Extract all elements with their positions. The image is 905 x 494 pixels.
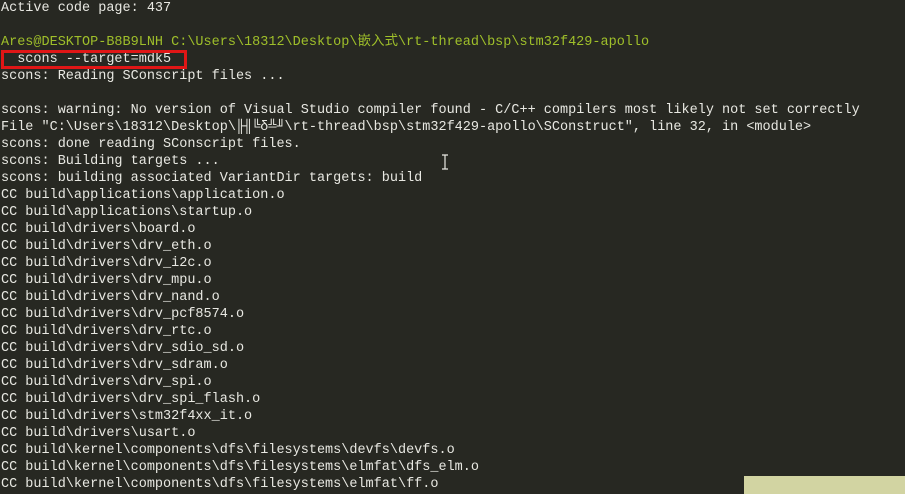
output-line: scons: building associated VariantDir ta…: [1, 171, 423, 186]
output-line: CC build\drivers\drv_spi_flash.o: [1, 392, 261, 407]
output-line: CC build\drivers\drv_sdram.o: [1, 358, 228, 373]
output-line: CC build\drivers\drv_nand.o: [1, 290, 220, 305]
output-line: CC build\drivers\drv_spi.o: [1, 375, 212, 390]
output-line: File "C:\Users\18312\Desktop\╟╢╚δ╩╜\rt-t…: [1, 120, 812, 135]
output-line: CC build\drivers\drv_sdio_sd.o: [1, 341, 245, 356]
output-line: CC build\applications\application.o: [1, 188, 285, 203]
command-line[interactable]: scons --target=mdk5: [1, 51, 171, 68]
output-line: CC build\drivers\drv_pcf8574.o: [1, 307, 245, 322]
output-line: scons: Building targets ...: [1, 154, 220, 169]
active-code-page: Active code page: 437: [1, 1, 172, 16]
output-line: CC build\applications\startup.o: [1, 205, 253, 220]
output-line: scons: warning: No version of Visual Stu…: [1, 103, 860, 118]
output-line: CC build\drivers\drv_eth.o: [1, 239, 212, 254]
output-line: CC build\drivers\usart.o: [1, 426, 196, 441]
output-line: scons: Reading SConscript files ...: [1, 69, 285, 84]
output-line: CC build\drivers\drv_i2c.o: [1, 256, 212, 271]
output-line: CC build\drivers\drv_mpu.o: [1, 273, 212, 288]
prompt-path: Ares@DESKTOP-B8B9LNH C:\Users\18312\Desk…: [1, 35, 650, 50]
output-line: CC build\kernel\components\dfs\filesyste…: [1, 477, 439, 492]
horizontal-scrollbar-corner[interactable]: [744, 476, 905, 494]
text-cursor-icon: [442, 154, 448, 170]
output-line: CC build\drivers\drv_rtc.o: [1, 324, 212, 339]
output-line: scons: done reading SConscript files.: [1, 137, 301, 152]
output-line: CC build\kernel\components\dfs\filesyste…: [1, 460, 479, 475]
terminal-window[interactable]: Active code page: 437 Ares@DESKTOP-B8B9L…: [0, 0, 905, 494]
output-line: CC build\drivers\stm32f4xx_it.o: [1, 409, 253, 424]
output-line: CC build\kernel\components\dfs\filesyste…: [1, 443, 455, 458]
output-line: CC build\drivers\board.o: [1, 222, 196, 237]
